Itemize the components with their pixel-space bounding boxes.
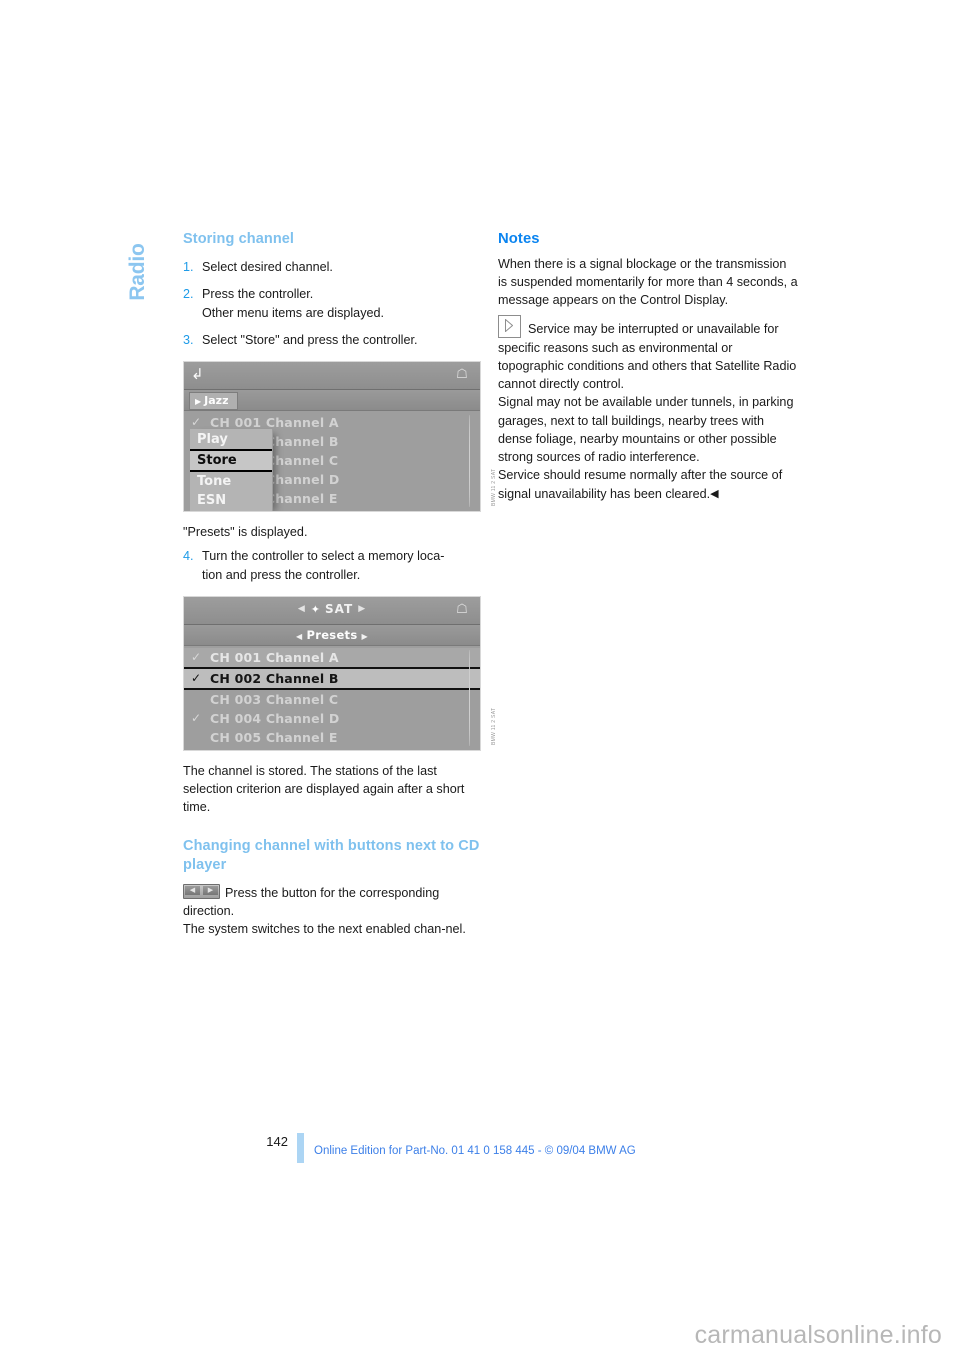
context-menu: Play Store Tone ESN xyxy=(190,429,273,512)
cid-subbar-presets: ◀ Presets ▶ xyxy=(184,624,480,646)
chapter-tab: Radio xyxy=(118,222,158,342)
step-1-text: Select desired channel. xyxy=(202,260,333,275)
cid-presets-list: ✓ CH 001 Channel A ✓ CH 002 Channel B CH… xyxy=(184,645,480,750)
step-3: 3. Select "Store" and press the controll… xyxy=(183,331,483,349)
scrollbar[interactable] xyxy=(469,649,471,746)
cid-list-item-label: CH 001 Channel A xyxy=(210,649,339,665)
seek-back-icon: ◀ xyxy=(185,885,200,895)
presets-header-label: Presets xyxy=(306,627,358,642)
step-3-number: 3. xyxy=(183,332,194,347)
footer-edition-text: Online Edition for Part-No. 01 41 0 158 … xyxy=(314,1145,636,1157)
step-1-number: 1. xyxy=(183,260,194,275)
figure2-caption: The channel is stored. The stations of t… xyxy=(183,763,465,815)
scrollbar[interactable] xyxy=(469,415,471,508)
notes-paragraph-1: When there is a signal blockage or the t… xyxy=(498,256,798,308)
back-arrow-icon[interactable]: ↲ xyxy=(191,367,209,382)
menu-item-play[interactable]: Play xyxy=(190,430,272,449)
cid-list-item-label: CH 004 Channel D xyxy=(210,710,340,726)
cid-list-item-label: CH 002 Channel B xyxy=(210,670,339,686)
cid-subbar-category: ▶ Jazz xyxy=(184,390,480,412)
notes-paragraph-4-text: Service should resume normally after the… xyxy=(498,468,783,501)
storing-channel-steps: 1. Select desired channel. 2. Press the … xyxy=(183,258,483,349)
step-4-number: 4. xyxy=(183,549,194,564)
home-icon[interactable]: ☖ xyxy=(451,366,473,383)
section-heading-storing-channel: Storing channel xyxy=(183,231,295,247)
cid-topbar: ↲ ☖ xyxy=(184,362,480,391)
notes-paragraph-3: Signal may not be available under tunnel… xyxy=(498,395,794,465)
cid-list-item-label: CH 001 Channel A xyxy=(210,415,339,431)
end-of-section-marker: ◀ xyxy=(710,487,719,500)
category-tag-jazz[interactable]: ▶ Jazz xyxy=(189,392,239,411)
cid-title-label: SAT xyxy=(325,601,354,616)
right-column: Notes When there is a signal blockage or… xyxy=(498,230,798,503)
chevron-right-icon: ▶ xyxy=(195,397,202,407)
home-icon[interactable]: ☖ xyxy=(451,601,473,618)
step-3-text: Select "Store" and press the controller. xyxy=(202,332,418,347)
notes-paragraph-2: Service may be interrupted or unavailabl… xyxy=(498,315,798,393)
cid-list-item-label: CH 003 Channel C xyxy=(210,691,339,707)
check-icon: ✓ xyxy=(191,670,202,685)
left-column: Storing channel 1. Select desired channe… xyxy=(183,230,497,939)
step-4: 4. Turn the controller to select a memor… xyxy=(183,547,483,584)
step-2-subtext: Other menu items are displayed. xyxy=(202,305,384,320)
cid-topbar: ◀ ✦ SAT ▶ ☖ xyxy=(184,596,480,625)
step-1: 1. Select desired channel. xyxy=(183,258,483,276)
cid-screen-presets: ◀ ✦ SAT ▶ ☖ ◀ Presets ▶ ✓ CH 001 Channel A ✓ xyxy=(183,595,481,751)
section-heading-changing-channel: Changing channel with buttons next to CD… xyxy=(183,837,480,873)
seek-forward-icon: ▶ xyxy=(203,885,218,895)
cd-buttons-text: Press the button for the corresponding d… xyxy=(183,885,440,919)
chevron-right-icon[interactable]: ▶ xyxy=(358,604,366,614)
manual-page: Radio Storing channel 1. Select desired … xyxy=(0,0,960,1358)
menu-item-esn[interactable]: ESN xyxy=(190,491,272,510)
figure-presets: ◀ ✦ SAT ▶ ☖ ◀ Presets ▶ ✓ CH 001 Channel A ✓ xyxy=(183,595,497,751)
menu-item-tone[interactable]: Tone xyxy=(190,472,272,491)
chevron-right-icon[interactable]: ▶ xyxy=(362,632,368,641)
check-icon: ✓ xyxy=(191,649,202,664)
chevron-left-icon[interactable]: ◀ xyxy=(296,632,302,641)
figure-watermark: BMW 11 2 SAT xyxy=(491,707,497,745)
figure-store-menu: ↲ ☖ ▶ Jazz ✓ CH 001 Channel A CH 002 Chan… xyxy=(183,361,497,513)
cid-list-item-selected[interactable]: ✓ CH 002 Channel B xyxy=(184,666,480,690)
site-watermark: carmanualsonline.info xyxy=(694,1321,942,1349)
step-4-text-cont: tion and press the controller. xyxy=(202,567,361,582)
cd-buttons-paragraph-2: The system switches to the next enabled … xyxy=(183,922,466,937)
presets-header: ◀ Presets ▶ xyxy=(184,628,480,642)
step-4-text: Turn the controller to select a memory l… xyxy=(202,549,445,564)
cid-list-item-label: CH 005 Channel E xyxy=(210,729,338,745)
footer-rule xyxy=(297,1133,304,1163)
cd-player-seek-buttons-icon[interactable]: ◀ ▶ xyxy=(183,883,220,899)
page-number: 142 xyxy=(266,1134,288,1149)
cid-channel-list: ✓ CH 001 Channel A CH 002 Channel B CH 0… xyxy=(184,411,480,512)
cid-title-sat: ◀ ✦ SAT ▶ xyxy=(184,602,480,616)
notes-paragraph-2-text: Service may be interrupted or unavailabl… xyxy=(498,322,797,392)
cid-list-item[interactable]: ✓ CH 001 Channel A xyxy=(184,647,480,667)
storing-channel-steps-cont: 4. Turn the controller to select a memor… xyxy=(183,547,483,584)
check-icon: ✓ xyxy=(191,710,202,725)
page-footer: 142 Online Edition for Part-No. 01 41 0 … xyxy=(0,1133,960,1173)
satellite-icon: ✦ xyxy=(310,602,322,616)
section-heading-notes: Notes xyxy=(498,231,540,247)
step-2-number: 2. xyxy=(183,287,194,302)
cid-list-item[interactable]: ✓ CH 004 Channel D xyxy=(184,709,480,728)
figure1-caption: "Presets" is displayed. xyxy=(183,525,308,540)
category-tag-label: Jazz xyxy=(204,394,229,408)
cid-screen-store: ↲ ☖ ▶ Jazz ✓ CH 001 Channel A CH 002 Chan… xyxy=(183,361,481,513)
step-2: 2. Press the controller. Other menu item… xyxy=(183,285,483,322)
notes-paragraph-4: Service should resume normally after the… xyxy=(498,466,798,503)
cid-list-item[interactable]: CH 003 Channel C xyxy=(184,690,480,709)
cd-buttons-paragraph: ◀ ▶ Press the button for the correspondi… xyxy=(183,883,483,921)
menu-item-store[interactable]: Store xyxy=(190,449,272,473)
chevron-left-icon[interactable]: ◀ xyxy=(298,604,306,614)
chapter-title: Radio xyxy=(126,243,149,301)
cid-list-item[interactable]: CH 005 Channel E xyxy=(184,728,480,747)
play-triangle-note-icon xyxy=(498,315,521,339)
step-2-text: Press the controller. xyxy=(202,287,314,302)
